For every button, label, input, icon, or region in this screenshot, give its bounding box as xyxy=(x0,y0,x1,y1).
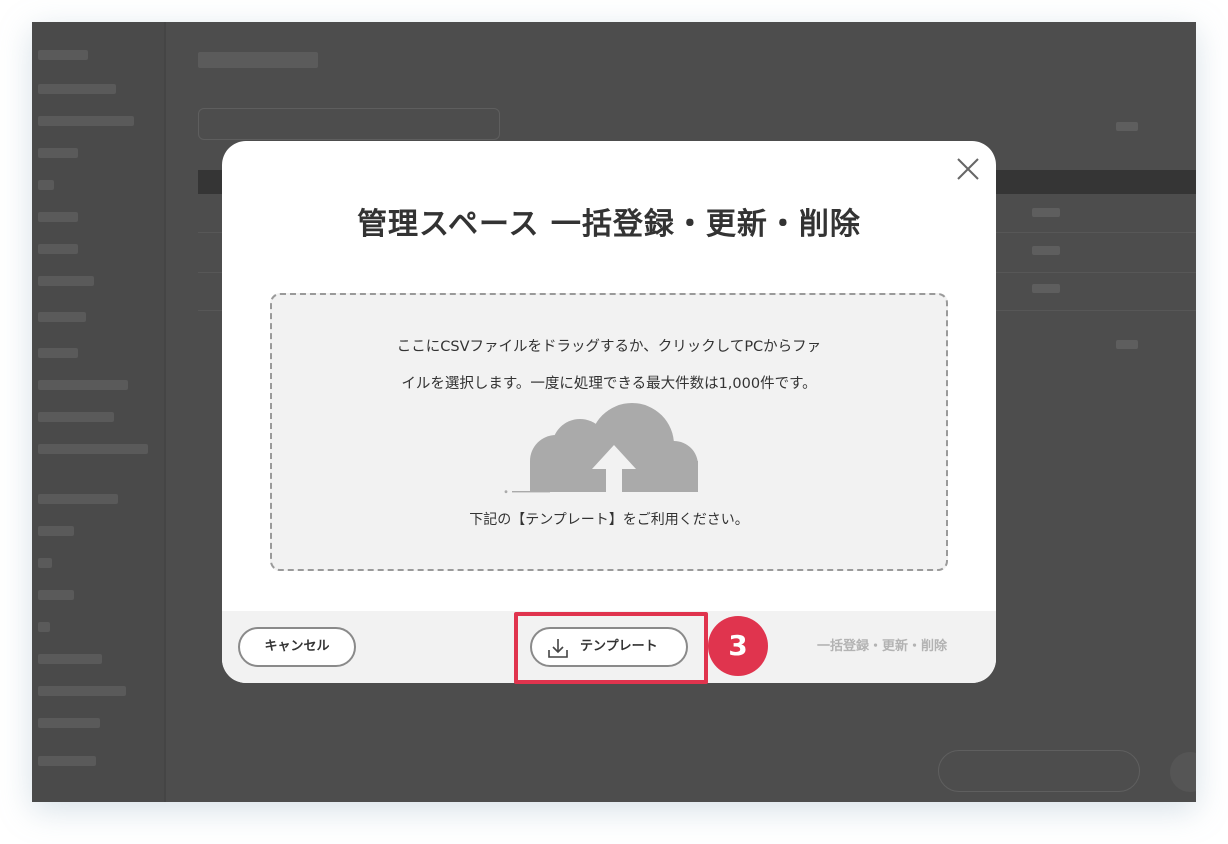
background-table-cell xyxy=(1032,208,1060,217)
step-number-badge: 3 xyxy=(708,616,768,676)
background-sidebar-item xyxy=(38,654,102,664)
background-table-cell xyxy=(1032,246,1060,255)
background-sidebar-item xyxy=(38,312,86,322)
background-sidebar-item xyxy=(38,558,52,568)
background-sidebar-item xyxy=(38,718,100,728)
background-sidebar-item xyxy=(38,116,134,126)
background-sidebar-item xyxy=(38,212,78,222)
template-note: 下記の【テンプレート】をご利用ください。 xyxy=(469,512,749,528)
background-sidebar-item xyxy=(38,686,126,696)
background-sidebar-item xyxy=(38,244,78,254)
bulk-update-modal: 管理スペース 一括登録・更新・削除 ここにCSVファイルをドラッグするか、クリッ… xyxy=(222,141,996,683)
background-sidebar-item xyxy=(38,756,96,766)
background-sidebar-item xyxy=(38,622,50,632)
background-sidebar-item xyxy=(38,380,128,390)
background-sidebar-item xyxy=(38,412,114,422)
background-sidebar-item xyxy=(38,180,54,190)
background-sidebar-item xyxy=(38,84,116,94)
background-search-box xyxy=(198,108,500,140)
background-action-button xyxy=(938,750,1140,792)
background-sidebar-item xyxy=(38,276,94,286)
background-sidebar-item xyxy=(38,444,148,454)
cloud-upload-icon xyxy=(504,403,698,495)
background-sidebar-item xyxy=(38,50,88,60)
background-round-button xyxy=(1170,752,1196,792)
dropzone-instruction-line: イルを選択します。一度に処理できる最大件数は1,000件です。 xyxy=(401,376,817,392)
dropzone-instructions: ここにCSVファイルをドラッグするか、クリックしてPCからファ イルを選択します… xyxy=(362,329,856,403)
background-table-cell xyxy=(1116,340,1138,349)
background-table-cell xyxy=(1116,122,1138,131)
bulk-update-button[interactable]: 一括登録・更新・削除 xyxy=(802,627,962,667)
background-sidebar-item xyxy=(38,148,78,158)
background-sidebar xyxy=(32,22,166,802)
cancel-button[interactable]: キャンセル xyxy=(238,627,356,667)
dropzone-instruction-line: ここにCSVファイルをドラッグするか、クリックしてPCからファ xyxy=(396,339,822,355)
background-sidebar-item xyxy=(38,494,118,504)
background-page-title xyxy=(198,52,318,68)
background-sidebar-item xyxy=(38,526,74,536)
background-sidebar-item xyxy=(38,348,78,358)
background-table-cell xyxy=(1032,284,1060,293)
background-sidebar-item xyxy=(38,590,74,600)
modal-title: 管理スペース 一括登録・更新・削除 xyxy=(357,207,861,242)
close-icon[interactable] xyxy=(954,155,982,183)
annotation-highlight-box xyxy=(514,612,708,684)
csv-dropzone[interactable]: ここにCSVファイルをドラッグするか、クリックしてPCからファ イルを選択します… xyxy=(270,293,948,571)
